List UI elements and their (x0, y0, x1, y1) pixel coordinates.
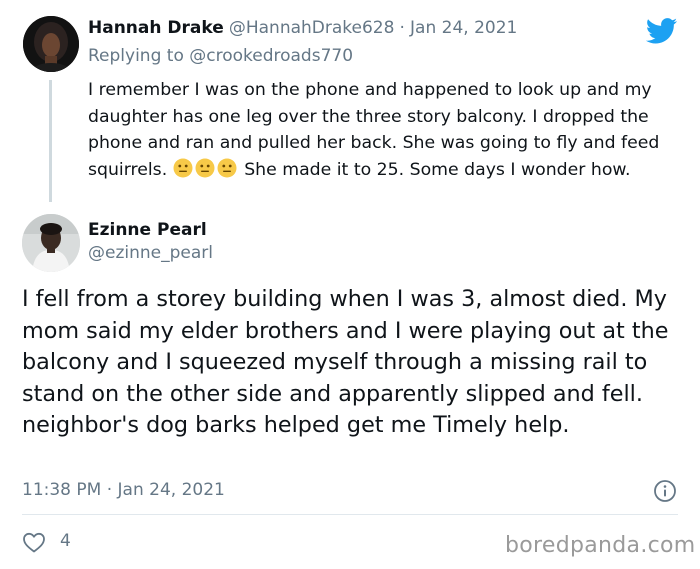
main-author-name[interactable]: Ezinne Pearl (88, 220, 207, 240)
reply-header-separator: · (399, 18, 405, 38)
replying-to-prefix: Replying to (88, 46, 184, 66)
timestamp-separator: · (106, 480, 113, 500)
replying-to-line: Replying to @crookedroads770 (88, 46, 353, 66)
reply-author-name[interactable]: Hannah Drake (88, 18, 224, 38)
reply-author-handle[interactable]: @HannahDrake628 (229, 18, 395, 38)
neutral-face-emoji (217, 158, 237, 178)
main-tweet-text: I fell from a storey building when I was… (22, 286, 669, 438)
hannah-avatar[interactable] (23, 16, 79, 72)
ezinne-avatar[interactable] (22, 214, 80, 272)
reply-text-part2: She made it to 25. Some days I wonder ho… (244, 159, 631, 180)
like-count[interactable]: 4 (60, 531, 71, 551)
reply-tweet-header: Hannah Drake @HannahDrake628 · Jan 24, 2… (88, 18, 517, 38)
hannah-avatar-image (23, 16, 79, 72)
main-tweet-time: 11:38 PM (22, 480, 102, 500)
boredpanda-watermark: boredpanda.com (505, 533, 696, 558)
thread-connector-line (49, 80, 52, 202)
main-tweet-date: Jan 24, 2021 (117, 480, 225, 500)
reply-date[interactable]: Jan 24, 2021 (410, 18, 517, 38)
info-icon[interactable] (653, 479, 677, 503)
main-tweet-timestamp[interactable]: 11:38 PM · Jan 24, 2021 (22, 480, 225, 500)
heart-icon[interactable] (22, 531, 46, 553)
main-author-handle[interactable]: @ezinne_pearl (88, 243, 213, 263)
twitter-bird-icon[interactable] (646, 18, 678, 44)
tweet-action-divider (22, 514, 678, 515)
replying-to-handle[interactable]: @crookedroads770 (189, 46, 353, 66)
neutral-face-emoji (173, 158, 193, 178)
ezinne-avatar-image (22, 214, 80, 272)
neutral-face-emoji (195, 158, 215, 178)
reply-tweet-text: I remember I was on the phone and happen… (88, 77, 678, 183)
